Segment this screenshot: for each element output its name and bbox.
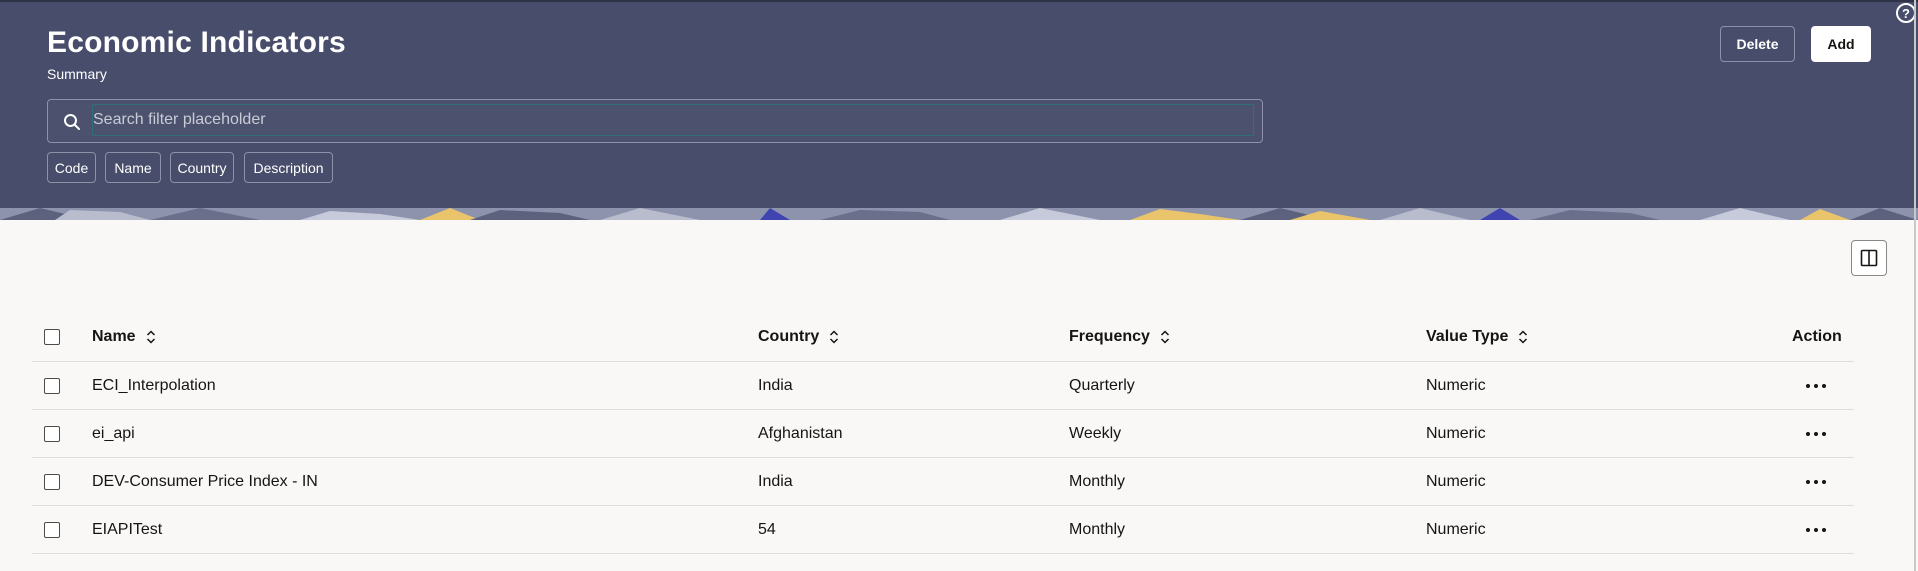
filter-chip-name[interactable]: Name [105, 152, 161, 183]
search-icon [64, 114, 80, 130]
column-header-value-type[interactable]: Value Type [1426, 312, 1528, 361]
column-header-label: Value Type [1426, 327, 1509, 345]
page-header: Economic Indicators Summary Delete Add ?… [0, 0, 1918, 208]
cell-name: ECI_Interpolation [92, 376, 216, 394]
cell-name: ei_api [92, 424, 135, 442]
table-row[interactable]: DEV-Consumer Price Index - IN India Mont… [32, 458, 1854, 506]
sort-icon[interactable] [1518, 329, 1528, 345]
row-select-cell [44, 506, 60, 553]
row-select-cell [44, 362, 60, 409]
cell-frequency: Weekly [1069, 424, 1122, 442]
page: Economic Indicators Summary Delete Add ?… [0, 0, 1918, 571]
cell-value-type: Numeric [1426, 376, 1486, 394]
cell-value-type: Numeric [1426, 520, 1486, 538]
sort-icon[interactable] [146, 329, 156, 345]
cell-action [1792, 410, 1828, 457]
column-header-label: Country [758, 327, 820, 345]
table-row[interactable]: ei_api Afghanistan Weekly Numeric [32, 410, 1854, 458]
filter-chip-country[interactable]: Country [170, 152, 234, 183]
cell-country: India [758, 472, 793, 490]
search-input-wrapper [92, 104, 1254, 136]
help-icon[interactable]: ? [1896, 3, 1916, 23]
delete-button[interactable]: Delete [1720, 26, 1795, 62]
page-subtitle: Summary [47, 66, 107, 82]
header-top-border [0, 0, 1918, 2]
row-checkbox[interactable] [44, 473, 60, 490]
row-select-cell [44, 410, 60, 457]
cell-country: India [758, 376, 793, 394]
indicators-table: Name Country Frequency Value Type Action… [32, 312, 1854, 554]
row-checkbox[interactable] [44, 425, 60, 442]
select-all-cell [44, 312, 60, 361]
table-row[interactable]: EIAPITest 54 Monthly Numeric [32, 506, 1854, 554]
cell-action [1792, 458, 1828, 505]
cell-value-type: Numeric [1426, 424, 1486, 442]
column-header-label: Frequency [1069, 327, 1150, 345]
more-horizontal-icon[interactable] [1804, 478, 1828, 486]
column-header-label: Action [1792, 327, 1842, 345]
filter-chip-description[interactable]: Description [244, 152, 333, 183]
cell-name: EIAPITest [92, 520, 163, 538]
right-scroll-edge [1914, 0, 1916, 571]
cell-name: DEV-Consumer Price Index - IN [92, 472, 318, 490]
table-row[interactable]: ECI_Interpolation India Quarterly Numeri… [32, 362, 1854, 410]
sort-icon[interactable] [829, 329, 839, 345]
more-horizontal-icon[interactable] [1804, 526, 1828, 534]
cell-value-type: Numeric [1426, 472, 1486, 490]
panel-toggle-icon [1860, 249, 1878, 267]
row-select-cell [44, 458, 60, 505]
cell-country: Afghanistan [758, 424, 843, 442]
decorative-banner [0, 208, 1918, 220]
row-checkbox[interactable] [44, 377, 60, 394]
cell-action [1792, 362, 1828, 409]
search-filter[interactable] [47, 99, 1263, 143]
panel-toggle-button[interactable] [1851, 240, 1887, 276]
cell-frequency: Quarterly [1069, 376, 1135, 394]
cell-action [1792, 506, 1828, 553]
sort-icon[interactable] [1160, 329, 1170, 345]
column-header-country[interactable]: Country [758, 312, 839, 361]
filter-chip-code[interactable]: Code [47, 152, 96, 183]
column-header-action: Action [1792, 312, 1842, 361]
row-checkbox[interactable] [44, 521, 60, 538]
page-title: Economic Indicators [47, 26, 346, 59]
column-header-label: Name [92, 327, 136, 345]
search-input[interactable] [93, 105, 1253, 135]
cell-frequency: Monthly [1069, 472, 1126, 490]
more-horizontal-icon[interactable] [1804, 430, 1828, 438]
cell-country: 54 [758, 520, 776, 538]
cell-frequency: Monthly [1069, 520, 1126, 538]
add-button[interactable]: Add [1811, 26, 1871, 62]
column-header-frequency[interactable]: Frequency [1069, 312, 1170, 361]
more-horizontal-icon[interactable] [1804, 382, 1828, 390]
column-header-name[interactable]: Name [92, 312, 156, 361]
select-all-checkbox[interactable] [44, 328, 60, 345]
table-header-row: Name Country Frequency Value Type Action [32, 312, 1854, 362]
